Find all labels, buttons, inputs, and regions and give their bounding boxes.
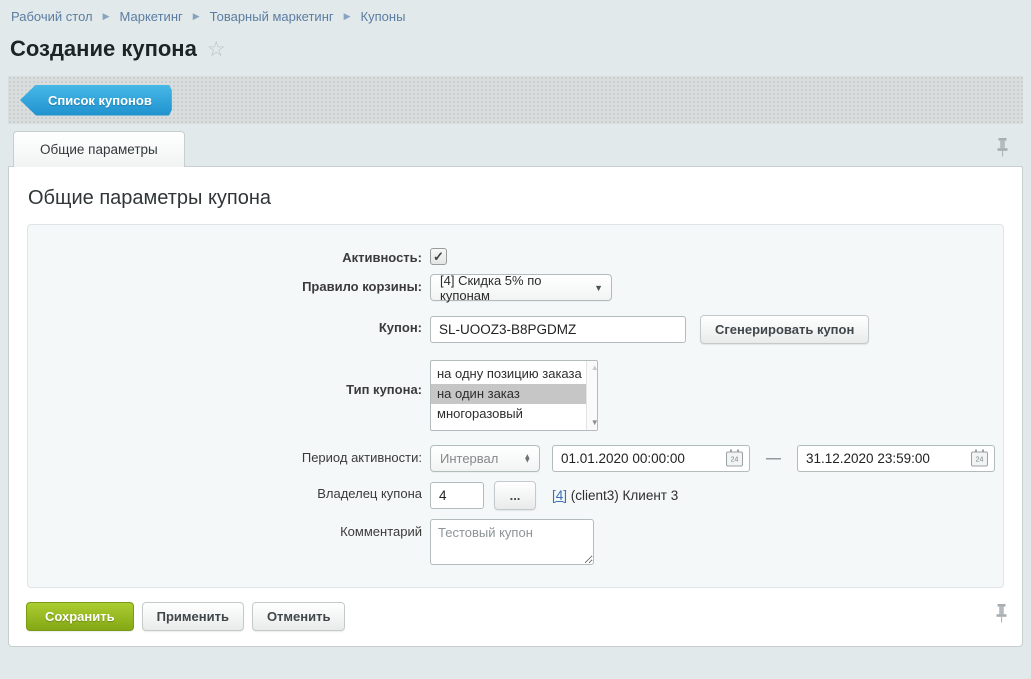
breadcrumb-separator-icon: ▶	[344, 12, 351, 21]
calendar-icon[interactable]: 24	[971, 451, 988, 466]
breadcrumb-item-marketing[interactable]: Маркетинг	[120, 9, 183, 24]
browse-owner-button[interactable]: ...	[494, 481, 536, 510]
breadcrumb-separator-icon: ▶	[103, 12, 110, 21]
context-toolbar: Список купонов	[8, 76, 1023, 124]
row-active: Активность: ✓	[28, 245, 1003, 265]
save-button[interactable]: Сохранить	[26, 602, 134, 631]
form-footer: Сохранить Применить Отменить	[9, 588, 1022, 646]
up-down-arrows-icon: ▲▼	[524, 454, 531, 463]
coupon-type-option[interactable]: на один заказ	[431, 384, 586, 404]
coupon-type-listbox[interactable]: на одну позицию заказа на один заказ мно…	[430, 360, 598, 431]
calendar-icon[interactable]: 24	[726, 451, 743, 466]
owner-info: [4] (client3) Клиент 3	[552, 488, 678, 503]
tab-general-parameters[interactable]: Общие параметры	[13, 131, 185, 167]
scroll-down-icon[interactable]: ▼	[591, 419, 598, 427]
cart-rule-label: Правило корзины:	[28, 274, 430, 294]
breadcrumb-item-coupons[interactable]: Купоны	[361, 9, 406, 24]
breadcrumb-item-desktop[interactable]: Рабочий стол	[11, 9, 93, 24]
period-from-input[interactable]	[552, 445, 750, 472]
cancel-button[interactable]: Отменить	[252, 602, 346, 631]
breadcrumb: Рабочий стол ▶ Маркетинг ▶ Товарный марк…	[0, 0, 1031, 24]
period-to-input[interactable]	[797, 445, 995, 472]
owner-link[interactable]: [4]	[552, 488, 567, 503]
row-coupon: Купон: Сгенерировать купон	[28, 315, 1003, 344]
apply-button[interactable]: Применить	[142, 602, 244, 631]
row-coupon-type: Тип купона: на одну позицию заказа на од…	[28, 360, 1003, 431]
coupon-input[interactable]	[430, 316, 686, 343]
row-cart-rule: Правило корзины: [4] Скидка 5% по купона…	[28, 274, 1003, 301]
generate-coupon-button[interactable]: Сгенерировать купон	[700, 315, 869, 344]
form-panel: Общие параметры купона Активность: ✓ Пра…	[8, 166, 1023, 647]
breadcrumb-item-product-marketing[interactable]: Товарный маркетинг	[210, 9, 334, 24]
period-mode-value: Интервал	[440, 451, 498, 466]
row-coupon-owner: Владелец купона ... [4] (client3) Клиент…	[28, 481, 1003, 510]
owner-name: (client3) Клиент 3	[567, 488, 678, 503]
coupon-type-option[interactable]: на одну позицию заказа	[431, 364, 586, 384]
active-checkbox[interactable]: ✓	[430, 248, 447, 265]
period-mode-select[interactable]: Интервал ▲▼	[430, 445, 540, 472]
row-comment: Комментарий Тестовый купон	[28, 519, 1003, 565]
form-fieldset: Активность: ✓ Правило корзины: [4] Скидк…	[27, 224, 1004, 588]
coupon-type-label: Тип купона:	[28, 360, 430, 397]
coupon-owner-input[interactable]	[430, 482, 484, 509]
pin-icon[interactable]	[995, 604, 1008, 623]
favorite-star-icon[interactable]: ☆	[207, 39, 226, 60]
cart-rule-select[interactable]: [4] Скидка 5% по купонам ▼	[430, 274, 612, 301]
active-period-label: Период активности:	[28, 445, 430, 465]
scroll-up-icon[interactable]: ▲	[591, 364, 598, 372]
coupon-owner-label: Владелец купона	[28, 481, 430, 501]
coupon-label: Купон:	[28, 315, 430, 335]
tab-bar: Общие параметры	[8, 130, 1023, 167]
row-active-period: Период активности: Интервал ▲▼ 24 — 24	[28, 445, 1003, 472]
comment-label: Комментарий	[28, 519, 430, 539]
active-label: Активность:	[28, 245, 430, 265]
coupon-list-button[interactable]: Список купонов	[20, 85, 172, 116]
date-range-dash: —	[766, 450, 781, 467]
comment-textarea[interactable]: Тестовый купон	[430, 519, 594, 565]
cart-rule-value: [4] Скидка 5% по купонам	[440, 273, 587, 303]
listbox-scrollbar[interactable]: ▲ ▼	[586, 361, 598, 430]
coupon-type-option[interactable]: многоразовый	[431, 404, 586, 424]
page-title: Создание купона	[10, 36, 197, 62]
chevron-down-icon: ▼	[594, 283, 603, 293]
pin-icon[interactable]	[996, 138, 1009, 157]
section-heading: Общие параметры купона	[9, 167, 1022, 224]
breadcrumb-separator-icon: ▶	[193, 12, 200, 21]
